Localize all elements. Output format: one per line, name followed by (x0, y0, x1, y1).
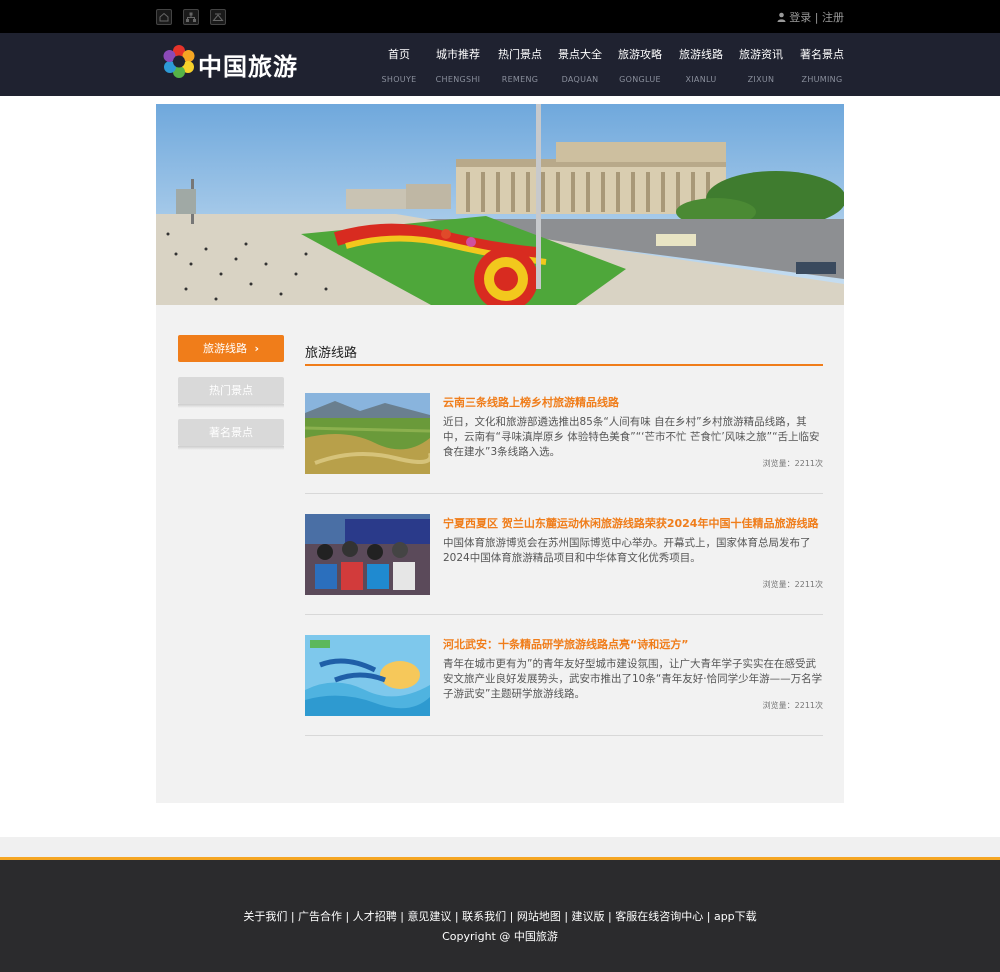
nav-label: 旅游资讯 (739, 48, 783, 61)
section-title: 旅游线路 (305, 346, 358, 361)
nav-label: 首页 (388, 48, 410, 61)
article-thumbnail[interactable] (305, 514, 430, 595)
footer-copyright: Copyright @ 中国旅游 (442, 930, 558, 943)
article-title[interactable]: 云南三条线路上榜乡村旅游精品线路 (443, 394, 619, 410)
chevron-right-icon: › (254, 342, 260, 355)
nav-label: 著名景点 (800, 48, 844, 61)
sidebar-shadow (178, 404, 284, 408)
footer-link-sitemap[interactable]: 网站地图 (517, 910, 561, 923)
article-views: 浏览量：2211次 (762, 459, 823, 468)
article-item[interactable]: 河北武安：十条精品研学旅游线路点亮“诗和远方” 青年在城市更有为”的青年友好型城… (305, 635, 823, 756)
banner-image (156, 104, 844, 305)
article-desc: 近日，文化和旅游部遴选推出85条“人间有味 自在乡村”乡村旅游精品线路，其中，云… (443, 416, 820, 458)
nav-item-zhuming[interactable]: 著名景点 ZHUMING (792, 46, 852, 84)
footer-link-about[interactable]: 关于我们 (243, 910, 287, 923)
article-desc: 中国体育旅游博览会在苏州国际博览中心举办。开幕式上，国家体育总局发布了2024中… (443, 537, 811, 564)
article-item[interactable]: 宁夏西夏区 贺兰山东麓运动休闲旅游线路荣获2024年中国十佳精品旅游线路 中国体… (305, 514, 823, 635)
site-logo[interactable]: 中国旅游 (162, 44, 322, 81)
article-title[interactable]: 宁夏西夏区 贺兰山东麓运动休闲旅游线路荣获2024年中国十佳精品旅游线路 (443, 515, 818, 531)
home-icon[interactable] (156, 9, 172, 25)
sidebar-item-zhuming[interactable]: 著名景点 (178, 419, 284, 450)
footer-link-feedback[interactable]: 意见建议 (407, 910, 451, 923)
nav-label: 旅游线路 (679, 48, 723, 61)
login-register: 登录 | 注册 (777, 9, 844, 25)
sidebar-item-remen[interactable]: 热门景点 (178, 377, 284, 408)
nav-item-chengshi[interactable]: 城市推荐 CHENGSHI (428, 46, 488, 84)
nav-item-daquan[interactable]: 景点大全 DAQUAN (550, 46, 610, 84)
article-thumbnail[interactable] (305, 393, 430, 474)
content-area: 旅游线路 › 热门景点 著名景点 旅游线路 云南三条线路上榜乡村旅游精品线路 近… (156, 305, 844, 803)
nav-label: 热门景点 (498, 48, 542, 61)
logo-flower-icon (163, 45, 195, 78)
nav-item-remeng[interactable]: 热门景点 REMENG (490, 46, 550, 84)
footer-link-suggest[interactable]: 建议版 (572, 910, 605, 923)
article-views: 浏览量：2211次 (762, 580, 823, 589)
nav-sublabel: ZHUMING (801, 75, 843, 84)
nav-item-shouye[interactable]: 首页 SHOUYE (369, 46, 429, 84)
article-thumbnail[interactable] (305, 635, 430, 716)
register-link[interactable]: 注册 (822, 11, 844, 24)
article-desc: 青年在城市更有为”的青年友好型城市建设氛围，让广大青年学子实实在在感受武安文旅产… (443, 658, 823, 700)
sidebar-shadow (178, 446, 284, 450)
article-views: 浏览量：2211次 (762, 701, 823, 710)
article-divider (305, 735, 823, 736)
section-underline (305, 364, 823, 366)
article-title[interactable]: 河北武安：十条精品研学旅游线路点亮“诗和远方” (443, 636, 688, 652)
footer-gap (0, 837, 1000, 857)
nav-sublabel: DAQUAN (561, 75, 599, 84)
nav-label: 旅游攻略 (618, 48, 662, 61)
nav-sublabel: XIANLU (685, 75, 717, 84)
top-bar: 登录 | 注册 (0, 0, 1000, 33)
sidebar-item-xianlu[interactable]: 旅游线路 › (178, 335, 284, 362)
nav-item-xianlu[interactable]: 旅游线路 XIANLU (671, 46, 731, 84)
nav-sublabel: GONGLUE (619, 75, 661, 84)
footer-link-contact[interactable]: 联系我们 (462, 910, 506, 923)
nav-item-gonglue[interactable]: 旅游攻略 GONGLUE (610, 46, 670, 84)
site-footer: 关于我们 | 广告合作 | 人才招聘 | 意见建议 | 联系我们 | 网站地图 … (0, 857, 1000, 972)
nav-label: 城市推荐 (436, 48, 480, 61)
sitemap-icon[interactable] (183, 9, 199, 25)
sidebar-item-label: 热门景点 (209, 384, 253, 397)
user-icon (777, 12, 786, 22)
footer-link-app[interactable]: app下载 (714, 910, 757, 923)
bookmark-icon[interactable] (210, 9, 226, 25)
sidebar-item-label: 著名景点 (209, 426, 253, 439)
footer-links: 关于我们 | 广告合作 | 人才招聘 | 意见建议 | 联系我们 | 网站地图 … (243, 910, 757, 923)
nav-sublabel: ZIXUN (747, 75, 775, 84)
nav-item-zixun[interactable]: 旅游资讯 ZIXUN (731, 46, 791, 84)
login-link[interactable]: 登录 (789, 11, 811, 24)
footer-link-support[interactable]: 客服在线咨询中心 (615, 910, 703, 923)
article-item[interactable]: 云南三条线路上榜乡村旅游精品线路 近日，文化和旅游部遴选推出85条“人间有味 自… (305, 393, 823, 514)
footer-link-ads[interactable]: 广告合作 (298, 910, 342, 923)
article-divider (305, 614, 823, 615)
sidebar-item-label: 旅游线路 (202, 342, 247, 355)
logo-text: 中国旅游 (198, 53, 298, 81)
nav-sublabel: CHENGSHI (435, 75, 481, 84)
nav-sublabel: SHOUYE (381, 75, 417, 84)
article-divider (305, 493, 823, 494)
nav-label: 景点大全 (558, 48, 602, 61)
nav-sublabel: REMENG (501, 75, 539, 84)
footer-link-jobs[interactable]: 人才招聘 (353, 910, 397, 923)
login-separator: | (814, 11, 819, 24)
